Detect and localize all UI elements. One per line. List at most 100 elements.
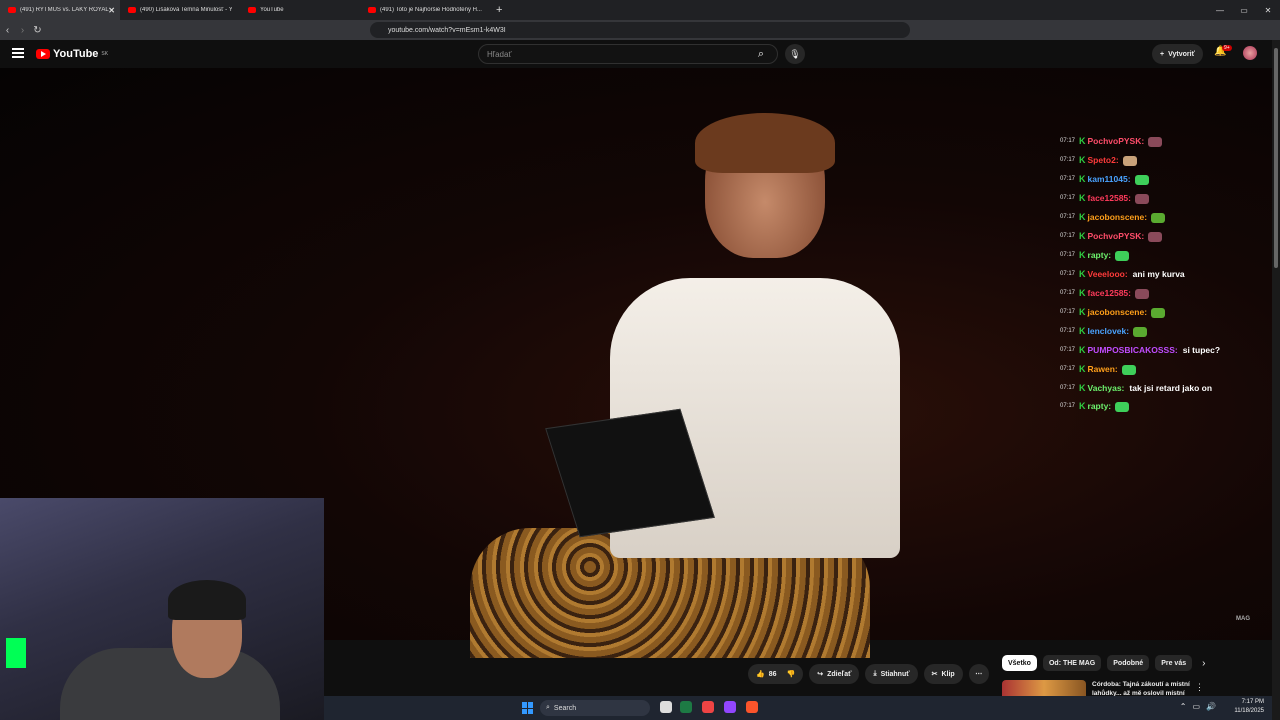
volume-icon[interactable]: 🔊 bbox=[1206, 702, 1216, 711]
chat-time: 07:17 bbox=[1060, 403, 1076, 409]
app-icon[interactable] bbox=[702, 701, 714, 713]
brave-browser-icon[interactable] bbox=[746, 701, 758, 713]
reload-icon[interactable]: ↻ bbox=[30, 25, 45, 36]
chip-from-channel[interactable]: Od: THE MAG bbox=[1042, 655, 1102, 671]
chat-username: Rawen: bbox=[1087, 364, 1118, 374]
search-input[interactable]: Hľadať bbox=[478, 44, 778, 64]
emote-icon bbox=[1133, 326, 1148, 337]
kick-badge-icon: K bbox=[1079, 345, 1086, 355]
minimize-button[interactable]: — bbox=[1208, 6, 1232, 15]
address-bar-row: ‹ › ↻ youtube.com/watch?v=mEsm1-k4W3I bbox=[0, 20, 1280, 40]
chip-related[interactable]: Podobné bbox=[1107, 655, 1150, 671]
chat-username: face12585: bbox=[1087, 288, 1131, 298]
browser-tab[interactable]: YouTube bbox=[240, 0, 360, 20]
taskbar-search-label: Search bbox=[553, 704, 577, 712]
browser-tab[interactable]: (491) Toto je Najhoršie Hodnotený H... bbox=[360, 0, 490, 20]
clock[interactable]: 7:17 PM 11/18/2025 bbox=[1234, 698, 1264, 716]
scrollbar-thumb[interactable] bbox=[1274, 48, 1278, 268]
emote-icon bbox=[1151, 212, 1166, 223]
url-field[interactable]: youtube.com/watch?v=mEsm1-k4W3I bbox=[370, 22, 910, 38]
create-button[interactable]: + Vytvoriť bbox=[1152, 44, 1203, 64]
streamer-body bbox=[60, 648, 280, 720]
browser-tab[interactable]: (490) Lišáková Temná Minulosť - YouTube bbox=[120, 0, 240, 20]
tab-title: (490) Lišáková Temná Minulosť - YouTube bbox=[140, 7, 232, 13]
chevron-right-icon[interactable]: › bbox=[1202, 658, 1205, 669]
close-tab-icon[interactable]: ✕ bbox=[108, 6, 115, 15]
chat-username: face12585: bbox=[1087, 193, 1131, 203]
notification-badge: 9+ bbox=[1222, 45, 1232, 51]
logo-text: YouTube bbox=[53, 48, 99, 60]
create-label: Vytvoriť bbox=[1168, 50, 1195, 58]
chip-for-you[interactable]: Pre vás bbox=[1155, 655, 1193, 671]
file-explorer-icon[interactable] bbox=[660, 701, 672, 713]
chat-time: 07:17 bbox=[1060, 214, 1076, 220]
clock-time: 7:17 PM bbox=[1241, 699, 1264, 705]
system-tray-icons[interactable]: ⌃ ▭ 🔊 bbox=[1180, 702, 1216, 711]
microphone-icon[interactable]: 🎙 bbox=[785, 44, 805, 64]
chat-text: si tupec? bbox=[1182, 345, 1221, 355]
kick-badge-icon: K bbox=[1079, 231, 1086, 241]
network-icon[interactable]: ▭ bbox=[1192, 702, 1200, 711]
page-scrollbar[interactable] bbox=[1272, 40, 1280, 720]
channel-watermark: MAG bbox=[1236, 616, 1250, 622]
tab-title: (491) Toto je Najhoršie Hodnotený H... bbox=[380, 7, 482, 13]
chat-time: 07:17 bbox=[1060, 195, 1076, 201]
chevron-up-icon[interactable]: ⌃ bbox=[1180, 702, 1187, 711]
kick-badge-icon: K bbox=[1079, 174, 1086, 184]
browser-tab[interactable]: (491) RYTMUS vs. LAKY ROYAL ✕ bbox=[0, 0, 120, 20]
youtube-logo[interactable]: YouTube SK bbox=[36, 48, 108, 60]
emote-icon bbox=[1135, 193, 1149, 204]
kick-badge-icon: K bbox=[1079, 307, 1086, 317]
chat-username: rapty: bbox=[1087, 401, 1112, 411]
new-tab-button[interactable]: + bbox=[496, 4, 502, 16]
chat-text: tak jsi retard jako on bbox=[1129, 383, 1213, 393]
video-actions: 👍 86 👎 ↪ Zdieľať ⤓ Stiahnuť ✂ Klip ⋯ bbox=[748, 664, 989, 684]
region-code: SK bbox=[101, 51, 109, 57]
kick-badge-icon: K bbox=[1079, 326, 1086, 336]
more-options-icon[interactable]: ⋮ bbox=[1195, 682, 1204, 693]
download-button[interactable]: ⤓ Stiahnuť bbox=[865, 664, 918, 684]
download-icon: ⤓ bbox=[873, 670, 877, 677]
kick-badge-icon: K bbox=[1079, 212, 1086, 222]
search-placeholder: Hľadať bbox=[487, 50, 512, 59]
taskbar-search[interactable]: ⌕ Search bbox=[540, 700, 650, 716]
avatar[interactable] bbox=[1243, 46, 1257, 60]
chat-username: PochvoPYSK: bbox=[1087, 231, 1145, 241]
hair bbox=[695, 113, 835, 173]
share-button[interactable]: ↪ Zdieľať bbox=[809, 664, 860, 684]
windows-start-icon[interactable] bbox=[522, 702, 534, 714]
close-window-button[interactable]: ✕ bbox=[1256, 6, 1280, 15]
thumbs-down-icon[interactable]: 👎 bbox=[787, 670, 796, 678]
video-subject bbox=[470, 113, 900, 658]
clip-button[interactable]: ✂ Klip bbox=[923, 664, 963, 684]
emote-icon bbox=[1122, 155, 1137, 166]
emote-icon bbox=[1135, 288, 1149, 299]
hamburger-menu-icon[interactable] bbox=[12, 48, 24, 58]
tab-title: (491) RYTMUS vs. LAKY ROYAL bbox=[20, 7, 109, 13]
chat-time: 07:17 bbox=[1060, 309, 1076, 315]
scissors-icon: ✂ bbox=[931, 671, 938, 678]
excel-icon[interactable] bbox=[680, 701, 692, 713]
like-button[interactable]: 👍 86 👎 bbox=[748, 664, 804, 684]
chat-username: Veeelooo: bbox=[1087, 269, 1128, 279]
youtube-favicon-icon bbox=[368, 7, 376, 13]
chat-username: Vachyas: bbox=[1087, 383, 1125, 393]
chat-message: 07:17 K Veeelooo: ani my kurva bbox=[1060, 265, 1235, 284]
plus-icon: + bbox=[1160, 50, 1165, 58]
emote-icon bbox=[1115, 250, 1130, 261]
emote-icon bbox=[1151, 307, 1166, 318]
chat-username: PUMPOSBICAKOSSS: bbox=[1087, 345, 1178, 355]
maximize-button[interactable]: ▭ bbox=[1232, 6, 1256, 15]
emote-icon bbox=[1134, 174, 1149, 185]
chip-all[interactable]: Všetko bbox=[1002, 655, 1037, 671]
emote-icon bbox=[1148, 136, 1163, 147]
url-text: youtube.com/watch?v=mEsm1-k4W3I bbox=[388, 26, 506, 34]
back-icon[interactable]: ‹ bbox=[0, 25, 15, 36]
youtube-favicon-icon bbox=[128, 7, 136, 13]
search-icon[interactable]: ⌕ bbox=[744, 44, 778, 64]
search-icon: ⌕ bbox=[546, 704, 550, 711]
twitch-icon[interactable] bbox=[724, 701, 736, 713]
more-actions-icon[interactable]: ⋯ bbox=[968, 664, 989, 684]
forward-icon[interactable]: › bbox=[15, 25, 30, 36]
chat-time: 07:17 bbox=[1060, 138, 1076, 144]
